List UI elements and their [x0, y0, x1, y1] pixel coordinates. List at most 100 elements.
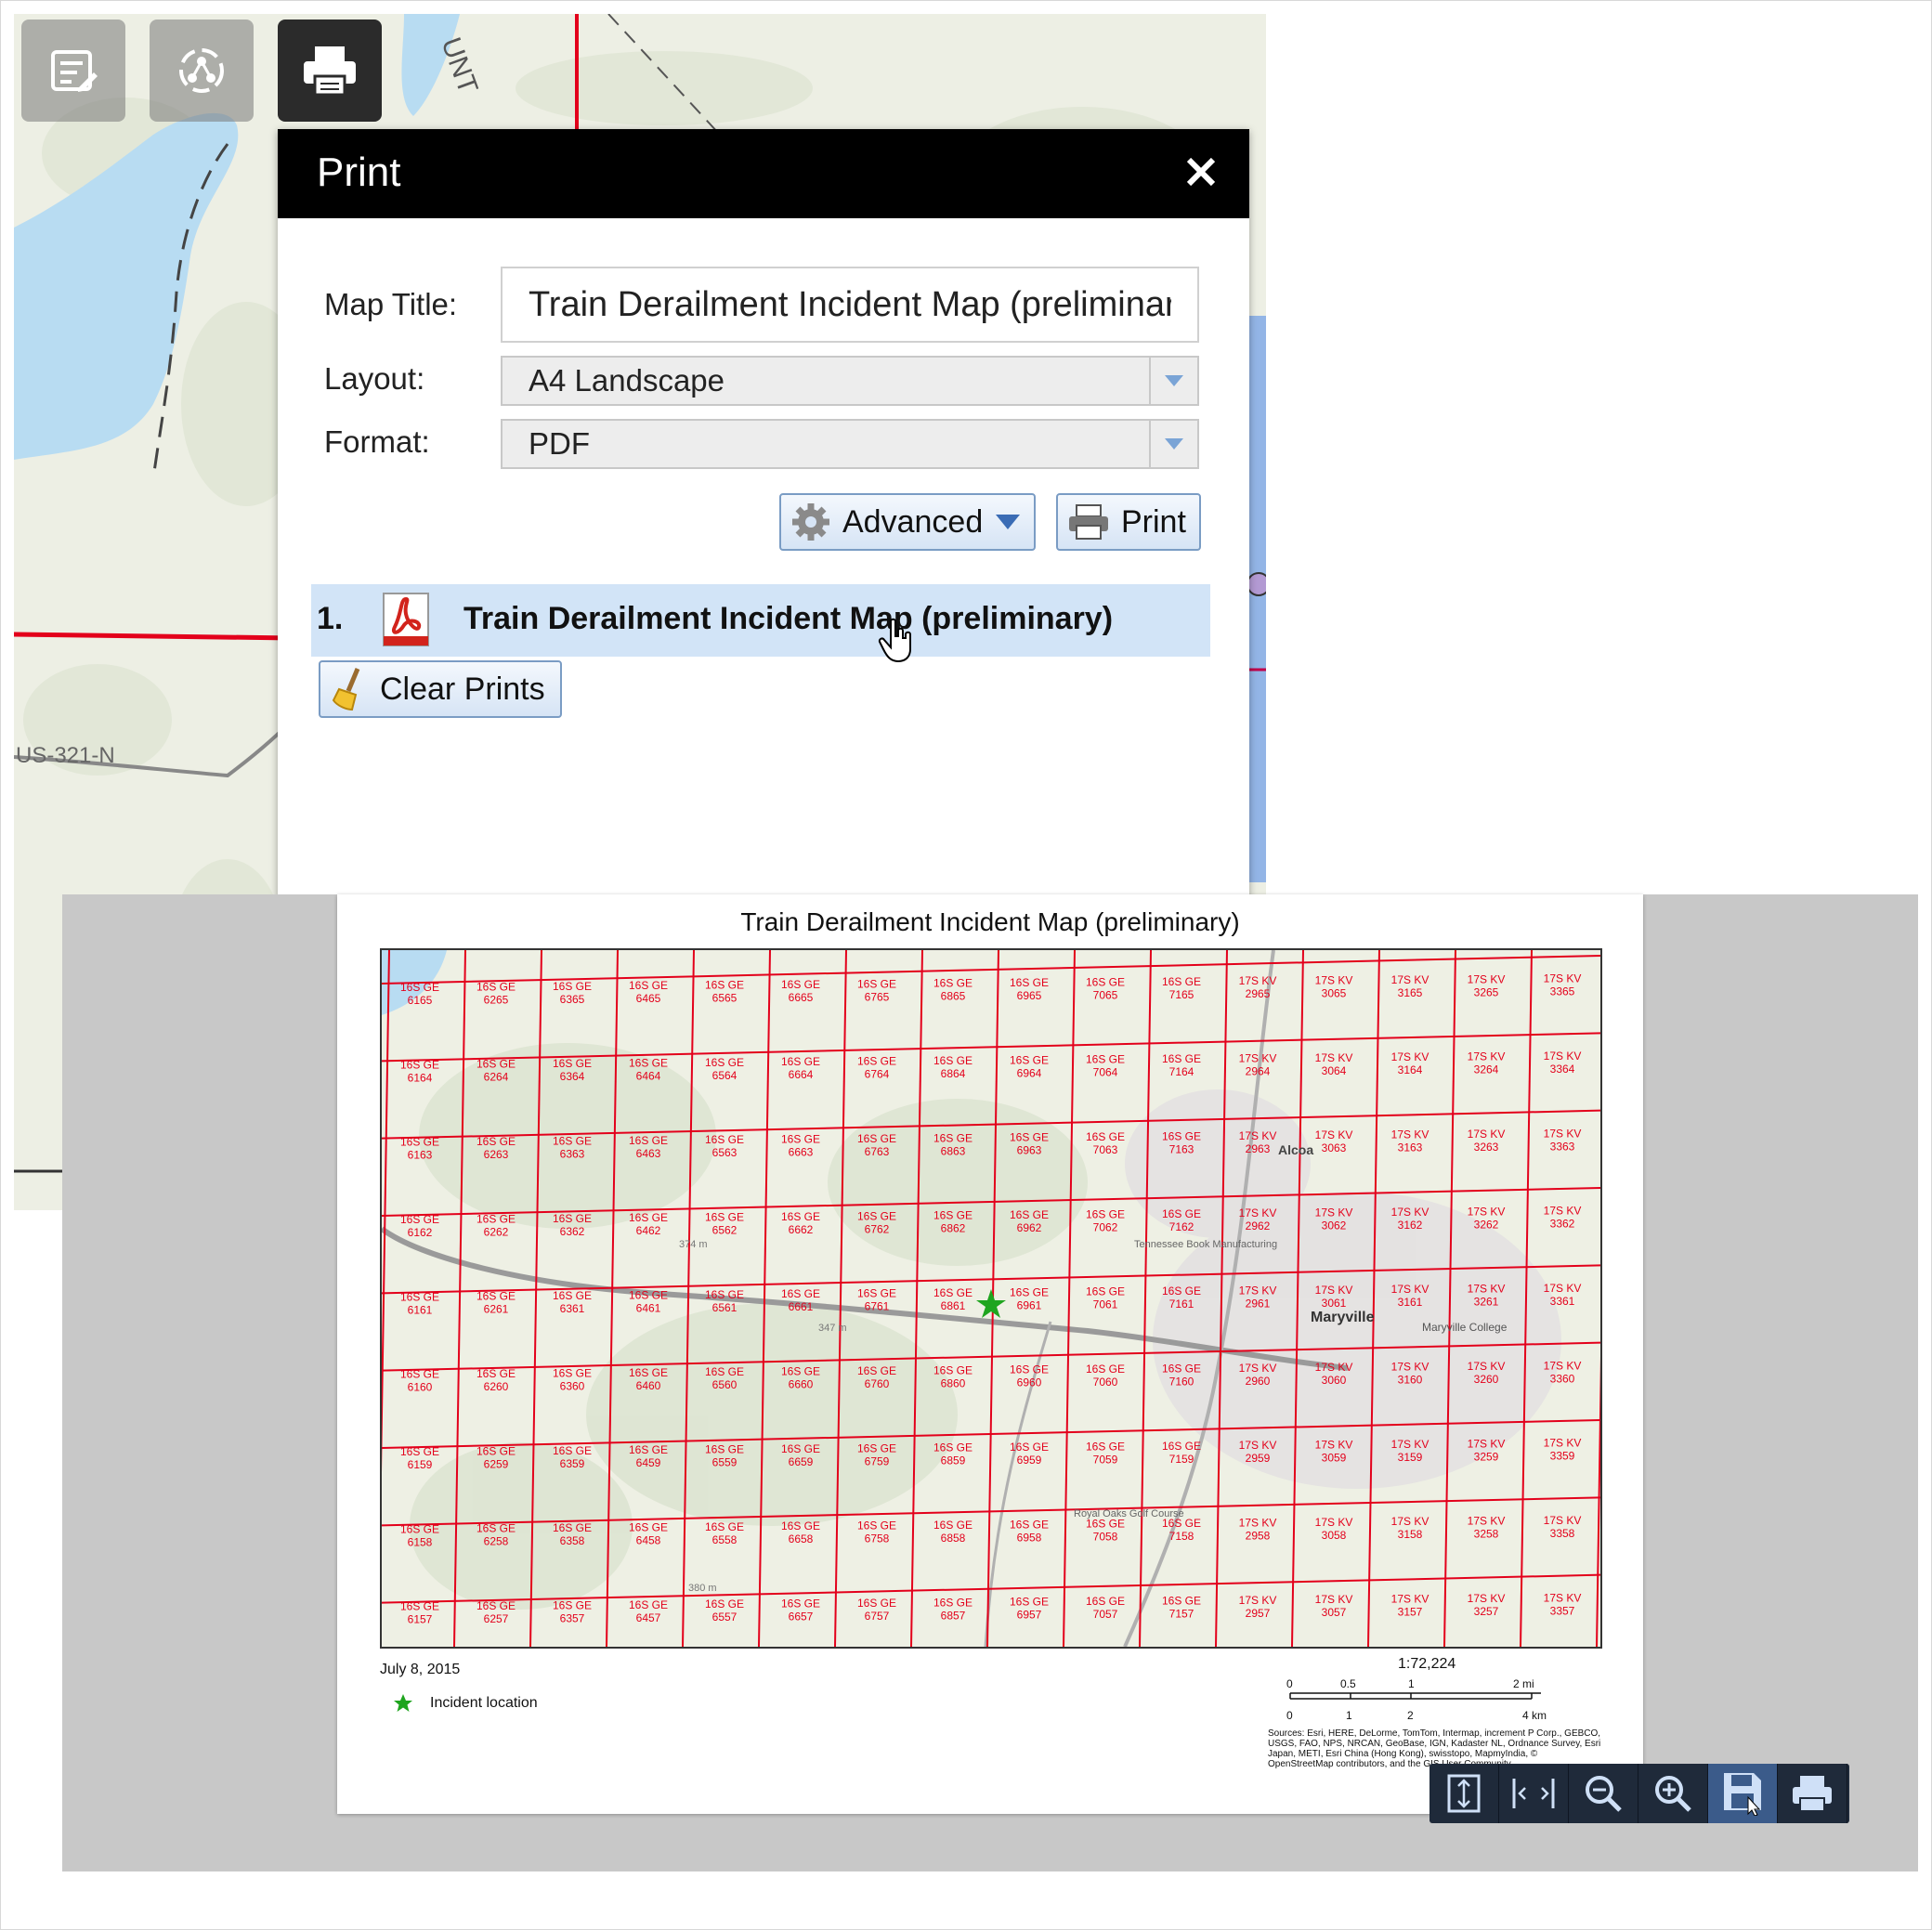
grid-cell-number: 3262	[1474, 1218, 1499, 1231]
analysis-widget-button[interactable]	[150, 20, 254, 122]
grid-cell-number: 7058	[1093, 1531, 1118, 1544]
grid-cell-label: 16S GE	[1010, 976, 1049, 989]
save-button[interactable]	[1708, 1764, 1778, 1823]
zoom-in-button[interactable]	[1638, 1764, 1708, 1823]
grid-cell-number: 7162	[1169, 1220, 1194, 1233]
grid-cell-number: 6360	[560, 1379, 585, 1392]
grid-cell-label: 16S GE	[705, 1520, 744, 1533]
grid-cell-number: 7158	[1169, 1530, 1194, 1543]
grid-cell-label: 16S GE	[933, 1596, 973, 1609]
grid-cell-label: 16S GE	[629, 1598, 668, 1611]
grid-cell-label: 16S GE	[857, 1055, 896, 1068]
grid-cell-label: 17S KV	[1468, 1128, 1506, 1141]
grid-cell-label: 17S KV	[1544, 972, 1582, 985]
scale-tick: 2	[1407, 1709, 1414, 1722]
grid-cell-label: 17S KV	[1391, 1515, 1429, 1528]
grid-cell-number: 6461	[636, 1301, 661, 1314]
grid-cell-number: 2959	[1246, 1452, 1271, 1465]
grid-cell-number: 6858	[941, 1532, 966, 1545]
format-select[interactable]: PDF	[501, 419, 1199, 469]
grid-cell-number: 6358	[560, 1534, 585, 1547]
print-widget-button[interactable]	[278, 20, 382, 122]
place-label: 374 m	[679, 1239, 708, 1250]
grid-cell-label: 17S KV	[1468, 1205, 1506, 1218]
grid-cell-label: 16S GE	[1162, 975, 1201, 988]
grid-cell-number: 6263	[484, 1148, 509, 1161]
grid-cell-number: 3058	[1322, 1529, 1347, 1542]
grid-cell-label: 16S GE	[629, 1366, 668, 1379]
grid-cell-label: 16S GE	[476, 1290, 516, 1303]
grid-cell-number: 6357	[560, 1611, 585, 1624]
grid-cell-label: 17S KV	[1239, 1594, 1277, 1607]
edit-widget-button[interactable]	[21, 20, 125, 122]
close-button[interactable]	[1179, 150, 1223, 194]
grid-cell-label: 17S KV	[1315, 1361, 1353, 1374]
grid-cell-number: 2965	[1246, 987, 1271, 1000]
grid-cell-number: 6665	[789, 991, 814, 1004]
grid-cell-label: 16S GE	[476, 1135, 516, 1148]
grid-cell-label: 16S GE	[1010, 1208, 1049, 1221]
grid-cell-label: 16S GE	[1010, 1285, 1049, 1298]
print-label: Print	[1121, 503, 1186, 540]
grid-cell-label: 17S KV	[1315, 1206, 1353, 1219]
grid-cell-number: 6359	[560, 1457, 585, 1470]
grid-cell-label: 17S KV	[1468, 1437, 1506, 1450]
grid-cell-number: 3263	[1474, 1141, 1499, 1154]
print-button[interactable]: Print	[1056, 493, 1201, 551]
fit-width-button[interactable]	[1499, 1764, 1569, 1823]
print-document-button[interactable]	[1778, 1764, 1847, 1823]
pdf-viewer[interactable]: Train Derailment Incident Map (prelimina…	[62, 894, 1918, 1871]
scale-bar: 0 0.5 1 2 mi 0 1 2 4 km	[1286, 1677, 1547, 1722]
grid-cell-number: 7059	[1093, 1453, 1118, 1466]
grid-cell-number: 6663	[789, 1146, 814, 1159]
format-dropdown-arrow[interactable]	[1149, 421, 1197, 467]
grid-cell-number: 3361	[1550, 1295, 1575, 1308]
layout-dropdown-arrow[interactable]	[1149, 358, 1197, 404]
grid-cell-label: 17S KV	[1544, 1359, 1582, 1372]
layout-select[interactable]: A4 Landscape	[501, 356, 1199, 406]
print-result-item[interactable]: 1. Train Derailment Incident Map (prelim…	[311, 584, 1210, 663]
zoom-out-button[interactable]	[1569, 1764, 1638, 1823]
grid-cell-label: 16S GE	[781, 1133, 820, 1146]
grid-cell-label: 16S GE	[553, 1289, 592, 1302]
grid-cell-label: 16S GE	[553, 1212, 592, 1225]
grid-cell-label: 16S GE	[1010, 1131, 1049, 1144]
grid-cell-number: 6261	[484, 1303, 509, 1316]
grid-cell-label: 16S GE	[857, 1597, 896, 1610]
grid-cell-number: 6462	[636, 1224, 661, 1237]
grid-cell-number: 6164	[408, 1071, 433, 1084]
grid-cell-label: 16S GE	[933, 1441, 973, 1454]
grid-cell-label: 17S KV	[1544, 1127, 1582, 1140]
grid-cell-label: 16S GE	[705, 1365, 744, 1378]
grid-cell-number: 6159	[408, 1458, 433, 1471]
screenshot-stage: US-321-N UNT Print Map Title: Train Dera…	[0, 0, 1932, 1930]
grid-cell-label: 16S GE	[400, 1445, 439, 1458]
grid-cell-label: 16S GE	[400, 1522, 439, 1535]
grid-cell-number: 6557	[712, 1611, 738, 1624]
grid-cell-label: 16S GE	[400, 1600, 439, 1613]
advanced-button[interactable]: Advanced	[779, 493, 1036, 551]
grid-cell-label: 16S GE	[933, 1054, 973, 1067]
result-title-link[interactable]: Train Derailment Incident Map (prelimina…	[463, 601, 1113, 637]
grid-cell-label: 17S KV	[1391, 1206, 1429, 1219]
road-label: US-321-N	[16, 743, 115, 768]
grid-cell-label: 16S GE	[933, 1209, 973, 1222]
map-title-input[interactable]	[501, 267, 1199, 343]
grid-cell-number: 3358	[1550, 1527, 1575, 1540]
fit-page-icon	[1447, 1774, 1481, 1813]
grid-cell-number: 6565	[712, 992, 738, 1005]
grid-cell-number: 3261	[1474, 1296, 1499, 1309]
grid-cell-label: 16S GE	[857, 1132, 896, 1145]
clear-prints-button[interactable]: Clear Prints	[319, 660, 562, 718]
legend-label: Incident location	[430, 1695, 538, 1711]
grid-cell-number: 6862	[941, 1222, 966, 1235]
grid-cell-label: 16S GE	[1162, 1440, 1201, 1453]
grid-cell-label: 17S KV	[1391, 973, 1429, 986]
advanced-label: Advanced	[842, 503, 984, 540]
fit-page-button[interactable]	[1429, 1764, 1499, 1823]
network-icon	[179, 48, 224, 93]
grid-cell-number: 6265	[484, 993, 509, 1006]
grid-cell-label: 16S GE	[705, 1056, 744, 1069]
grid-cell-number: 6765	[865, 990, 890, 1003]
place-label: 380 m	[688, 1583, 717, 1594]
